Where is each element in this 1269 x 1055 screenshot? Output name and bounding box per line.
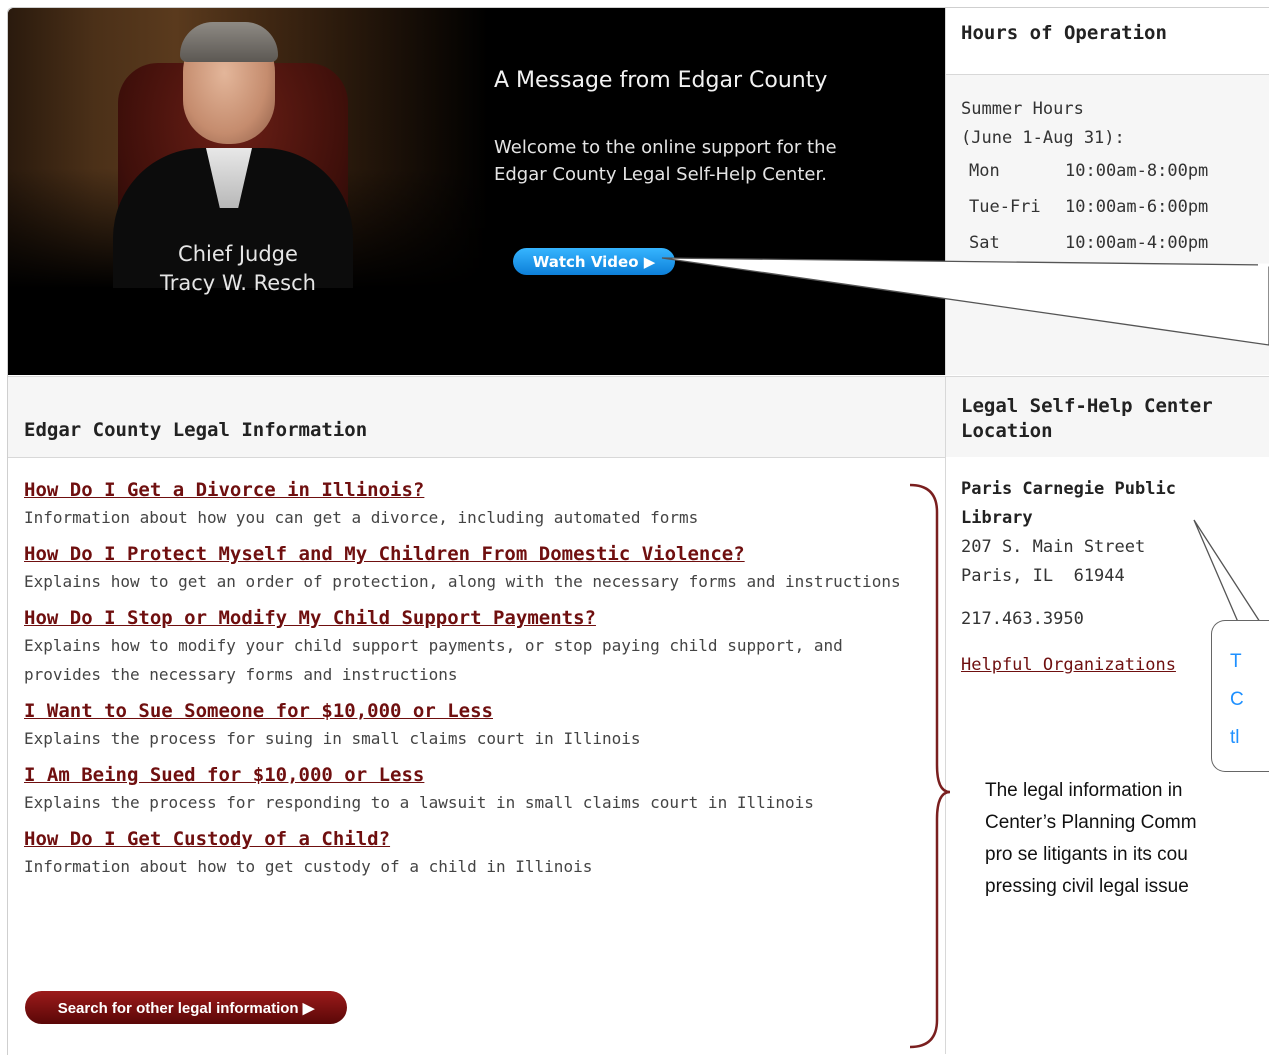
callout-text-1: T [1230, 651, 1242, 672]
location-callout: T C tl [1211, 620, 1269, 772]
video-callout-pointer [661, 257, 1269, 346]
note-line-2: Center’s Planning Comm [985, 812, 1197, 833]
legal-info-annotation: The legal information in Center’s Planni… [985, 775, 1269, 903]
legal-info-brace [909, 483, 951, 1049]
location-callout-pointer [1193, 519, 1262, 623]
note-line-4: pressing civil legal issue [985, 876, 1189, 897]
callout-text-2: C [1230, 689, 1244, 710]
note-line-3: pro se litigants in its cou [985, 844, 1188, 865]
note-line-1: The legal information in [985, 780, 1183, 801]
callout-text-3: tl [1230, 727, 1240, 748]
